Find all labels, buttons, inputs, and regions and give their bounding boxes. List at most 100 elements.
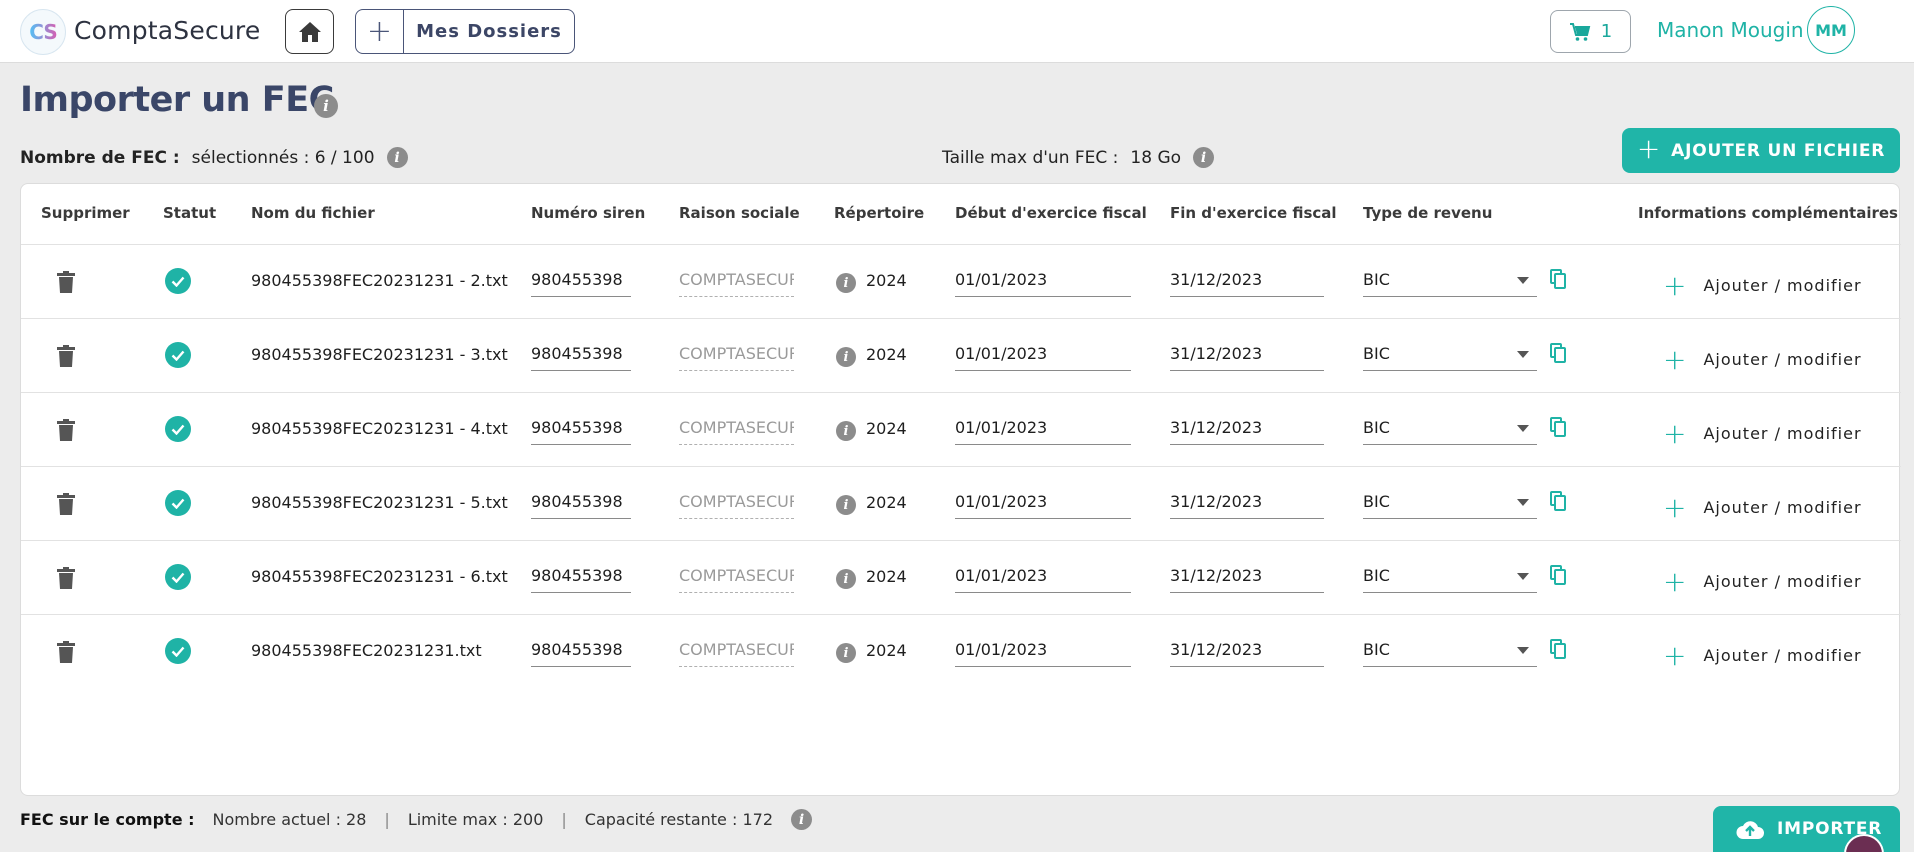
header-debut: Début d'exercice fiscal (955, 204, 1147, 222)
copy-button[interactable] (1550, 343, 1566, 367)
siren-field[interactable]: 980455398 (531, 555, 631, 593)
info-icon[interactable]: i (386, 147, 408, 168)
add-file-button[interactable]: + AJOUTER UN FICHIER (1622, 128, 1900, 173)
status-ok-icon (165, 490, 191, 516)
delete-button[interactable] (57, 493, 75, 519)
brand-name: ComptaSecure (74, 16, 261, 45)
home-button[interactable] (285, 9, 334, 54)
status-ok-icon (165, 342, 191, 368)
add-modify-button[interactable]: + Ajouter / modifier (1663, 417, 1862, 450)
status-ok-icon (165, 638, 191, 664)
avatar[interactable]: MM (1807, 6, 1855, 54)
raison-sociale-field: COMPTASECURE (679, 481, 794, 519)
debut-exercice-field[interactable]: 01/01/2023 (955, 629, 1131, 667)
fec-table: Supprimer Statut Nom du fichier Numéro s… (20, 183, 1901, 796)
info-icon[interactable]: i (836, 569, 856, 589)
fin-exercice-field[interactable]: 31/12/2023 (1170, 259, 1324, 297)
siren-field[interactable]: 980455398 (531, 407, 631, 445)
info-icon[interactable]: i (836, 495, 856, 515)
copy-icon (1550, 417, 1566, 437)
page-title: Importer un FEC (20, 80, 334, 120)
file-name: 980455398FEC20231231 - 4.txt (251, 419, 508, 438)
fec-count: Nombre de FEC : sélectionnés : 6 / 100 i (20, 147, 408, 168)
plus-icon: + (1663, 639, 1688, 672)
header-status: Statut (163, 204, 217, 222)
debut-exercice-field[interactable]: 01/01/2023 (955, 333, 1131, 371)
delete-button[interactable] (57, 567, 75, 593)
info-icon[interactable]: i (836, 421, 856, 441)
fec-count-value: sélectionnés : 6 / 100 (191, 147, 375, 168)
cart-button[interactable]: 1 (1550, 10, 1631, 53)
table-row: 980455398FEC20231231 - 2.txt 980455398 COM… (21, 244, 1901, 318)
copy-button[interactable] (1550, 639, 1566, 663)
raison-sociale-field: COMPTASECURE (679, 629, 794, 667)
plus-icon: + (1663, 417, 1688, 450)
max-size: Taille max d'un FEC : 18 Go i (942, 147, 1215, 168)
type-revenu-select[interactable]: BIC (1363, 555, 1537, 593)
type-revenu-select[interactable]: BIC (1363, 259, 1537, 297)
type-revenu-select[interactable]: BIC (1363, 407, 1537, 445)
user-name[interactable]: Manon Mougin (1657, 18, 1804, 42)
top-bar: CS ComptaSecure + Mes Dossiers 1 Manon M… (0, 0, 1914, 63)
status-ok-icon (165, 268, 191, 294)
file-name: 980455398FEC20231231 - 5.txt (251, 493, 508, 512)
account-summary: FEC sur le compte : Nombre actuel : 28 |… (20, 809, 812, 830)
add-modify-button[interactable]: + Ajouter / modifier (1663, 269, 1862, 302)
trash-icon (57, 419, 75, 441)
trash-icon (57, 345, 75, 367)
copy-button[interactable] (1550, 269, 1566, 293)
repertoire-value: 2024 (866, 641, 907, 660)
info-icon[interactable]: i (314, 94, 338, 118)
type-revenu-select[interactable]: BIC (1363, 333, 1537, 371)
plus-icon: + (1663, 491, 1688, 524)
siren-field[interactable]: 980455398 (531, 333, 631, 371)
header-raison: Raison sociale (679, 204, 800, 222)
delete-button[interactable] (57, 345, 75, 371)
raison-sociale-field: COMPTASECURE (679, 259, 794, 297)
header-fin: Fin d'exercice fiscal (1170, 204, 1337, 222)
info-icon[interactable]: i (836, 643, 856, 663)
add-modify-button[interactable]: + Ajouter / modifier (1663, 639, 1862, 672)
delete-button[interactable] (57, 641, 75, 667)
fin-exercice-field[interactable]: 31/12/2023 (1170, 629, 1324, 667)
fin-exercice-field[interactable]: 31/12/2023 (1170, 333, 1324, 371)
debut-exercice-field[interactable]: 01/01/2023 (955, 259, 1131, 297)
fin-exercice-field[interactable]: 31/12/2023 (1170, 481, 1324, 519)
delete-button[interactable] (57, 271, 75, 297)
separator: | (561, 810, 567, 829)
new-dossier-button[interactable]: + (356, 10, 404, 53)
mes-dossiers-button[interactable]: Mes Dossiers (404, 21, 574, 42)
add-modify-label: Ajouter / modifier (1703, 572, 1862, 591)
add-modify-button[interactable]: + Ajouter / modifier (1663, 565, 1862, 598)
debut-exercice-field[interactable]: 01/01/2023 (955, 407, 1131, 445)
add-modify-label: Ajouter / modifier (1703, 350, 1862, 369)
info-icon[interactable]: i (791, 809, 812, 830)
header-delete: Supprimer (41, 204, 130, 222)
info-icon[interactable]: i (1193, 147, 1215, 168)
copy-button[interactable] (1550, 565, 1566, 589)
info-icon[interactable]: i (836, 347, 856, 367)
header-revenu: Type de revenu (1363, 204, 1493, 222)
siren-field[interactable]: 980455398 (531, 629, 631, 667)
add-modify-button[interactable]: + Ajouter / modifier (1663, 491, 1862, 524)
type-revenu-select[interactable]: BIC (1363, 481, 1537, 519)
app-logo[interactable]: CS (20, 9, 66, 55)
info-icon[interactable]: i (836, 273, 856, 293)
siren-field[interactable]: 980455398 (531, 481, 631, 519)
fin-exercice-field[interactable]: 31/12/2023 (1170, 555, 1324, 593)
copy-button[interactable] (1550, 491, 1566, 515)
repertoire-value: 2024 (866, 419, 907, 438)
add-modify-button[interactable]: + Ajouter / modifier (1663, 343, 1862, 376)
table-row: 980455398FEC20231231 - 4.txt 980455398 COM… (21, 392, 1901, 466)
add-file-label: AJOUTER UN FICHIER (1671, 140, 1886, 161)
plus-icon: + (1663, 343, 1688, 376)
fin-exercice-field[interactable]: 31/12/2023 (1170, 407, 1324, 445)
chevron-down-icon (1517, 573, 1529, 580)
copy-icon (1550, 269, 1566, 289)
delete-button[interactable] (57, 419, 75, 445)
siren-field[interactable]: 980455398 (531, 259, 631, 297)
debut-exercice-field[interactable]: 01/01/2023 (955, 555, 1131, 593)
copy-button[interactable] (1550, 417, 1566, 441)
type-revenu-select[interactable]: BIC (1363, 629, 1537, 667)
debut-exercice-field[interactable]: 01/01/2023 (955, 481, 1131, 519)
